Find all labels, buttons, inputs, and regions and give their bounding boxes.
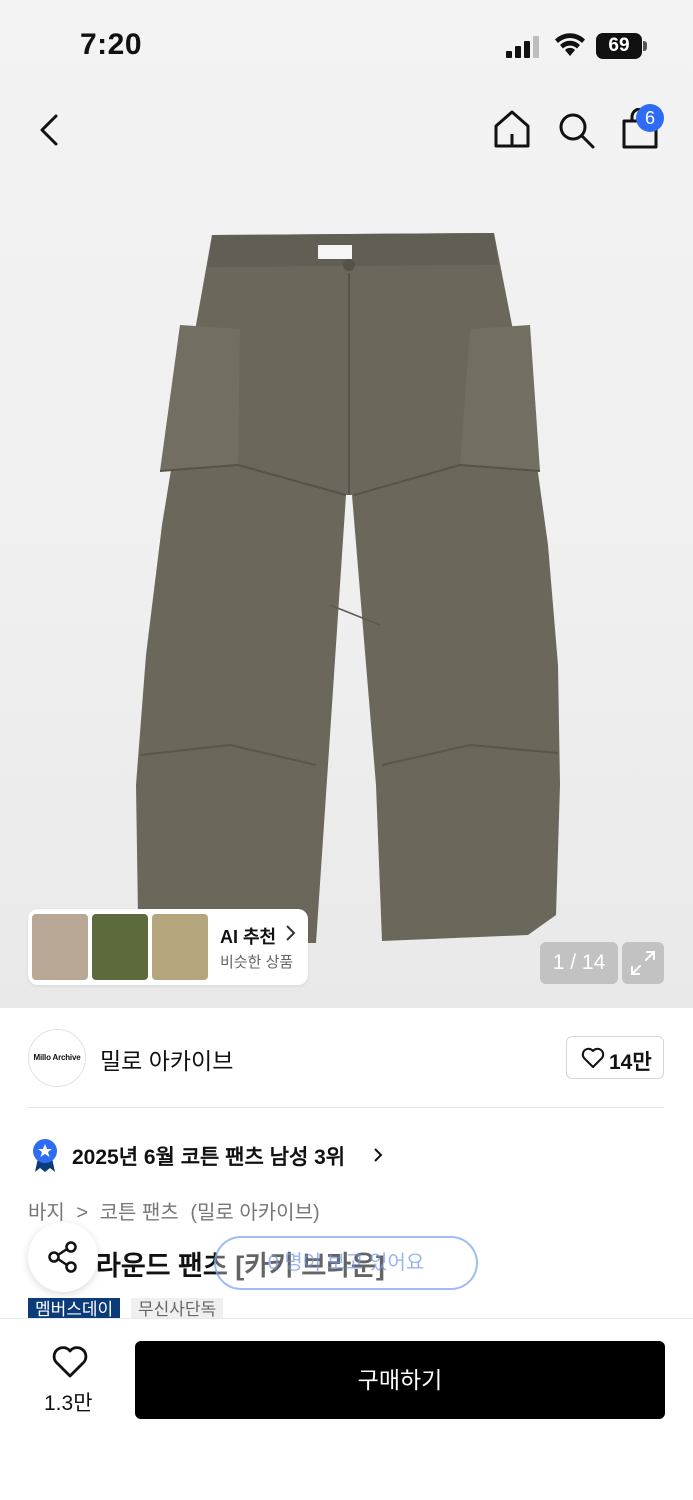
home-icon[interactable]	[492, 108, 532, 150]
product-photo-pants	[136, 233, 560, 943]
ai-recommend-subtitle: 비슷한 상품	[220, 954, 294, 971]
chevron-right-icon	[286, 925, 296, 941]
ranking-link[interactable]: 2025년 6월 코튼 팬츠 남성 3위	[72, 1141, 345, 1171]
status-time: 7:20	[80, 28, 143, 61]
product-image-gallery[interactable]: 7:20 69 6 AI 추천 비슷한 상품 1 / 14	[0, 0, 693, 1008]
ai-recommend-thumb-2[interactable]	[92, 914, 148, 980]
signal-icon	[506, 36, 539, 58]
share-icon	[48, 1241, 77, 1273]
ai-recommend-thumb-3[interactable]	[152, 914, 208, 980]
heart-icon[interactable]	[51, 1345, 89, 1379]
heart-icon	[581, 1047, 605, 1068]
share-button[interactable]	[28, 1222, 98, 1292]
ranking-badge-icon	[33, 1139, 57, 1172]
back-icon[interactable]	[30, 110, 70, 150]
ai-recommend-card[interactable]: AI 추천 비슷한 상품	[28, 909, 308, 985]
ai-recommend-thumb-1[interactable]	[32, 914, 88, 980]
breadcrumb-item[interactable]: 바지	[28, 1202, 65, 1224]
viewer-count-toast: 0 명이 보고 있어요	[214, 1236, 478, 1290]
status-bar: 7:20 69	[0, 0, 693, 92]
wifi-icon	[555, 33, 585, 56]
brand-like-count: 14만	[609, 1051, 652, 1074]
search-icon[interactable]	[556, 110, 596, 150]
breadcrumb-item[interactable]: 코튼 팬츠	[100, 1202, 179, 1224]
image-page-indicator: 1 / 14	[540, 942, 618, 984]
breadcrumb: 바지 > 코튼 팬츠 (밀로 아카이브)	[28, 1196, 326, 1225]
divider	[28, 1107, 664, 1108]
brand-like-button[interactable]: 14만	[566, 1036, 664, 1079]
breadcrumb-item[interactable]: (밀로 아카이브)	[190, 1202, 319, 1224]
battery-level: 69	[596, 33, 642, 59]
product-like-count: 1.3만	[44, 1392, 93, 1415]
bottom-action-bar: 1.3만 구매하기	[0, 1318, 693, 1500]
breadcrumb-separator: >	[76, 1202, 89, 1224]
chevron-right-icon	[374, 1148, 383, 1162]
ai-recommend-title: AI 추천	[220, 927, 277, 947]
brand-name[interactable]: 밀로 아카이브	[100, 1042, 233, 1076]
brand-logo[interactable]: Millo Archive	[28, 1029, 86, 1087]
buy-button[interactable]: 구매하기	[135, 1341, 665, 1419]
expand-icon[interactable]	[622, 942, 664, 984]
battery-icon: 69	[596, 33, 648, 59]
cart-count-badge: 6	[636, 104, 664, 132]
